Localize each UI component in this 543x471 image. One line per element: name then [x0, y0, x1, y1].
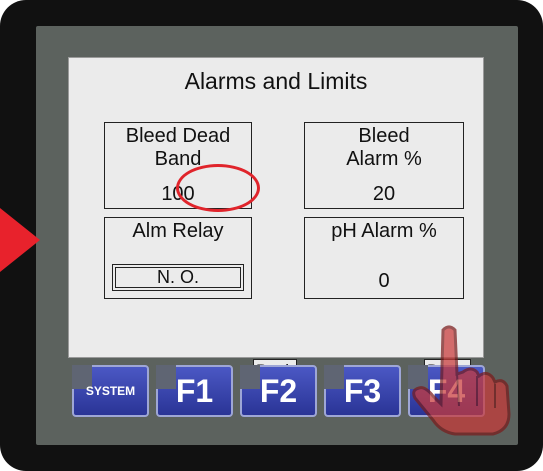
bleed-alarm-label: Bleed Alarm %: [346, 125, 422, 170]
f3-key-label: F3: [343, 372, 382, 409]
f2-key-label: F2: [259, 372, 298, 409]
bleed-dead-band-value: 100: [161, 183, 195, 205]
alm-relay-label: Alm Relay: [132, 220, 224, 242]
f1-key-label: F1: [175, 372, 214, 409]
f1-key[interactable]: F1: [156, 365, 233, 417]
system-key-label: SYSTEM: [85, 384, 136, 398]
key-tab: [408, 365, 428, 389]
system-key[interactable]: SYSTEM: [72, 365, 149, 417]
ph-alarm-label: pH Alarm %: [331, 220, 437, 242]
key-tab: [324, 365, 344, 389]
bleed-alarm-field[interactable]: Bleed Alarm % 20: [304, 122, 464, 209]
f4-key[interactable]: F4: [408, 365, 485, 417]
arrow-right-icon: [0, 208, 40, 272]
key-tab: [240, 365, 260, 389]
f3-key[interactable]: F3: [324, 365, 401, 417]
ph-alarm-value: 0: [378, 270, 390, 292]
alm-relay-field: Alm Relay N. O.: [104, 217, 252, 299]
bleed-alarm-value: 20: [372, 183, 396, 205]
bleed-dead-band-label: Bleed Dead Band: [125, 125, 231, 170]
f2-key[interactable]: F2: [240, 365, 317, 417]
f4-key-label: F4: [427, 372, 466, 409]
page-title: Alarms and Limits: [184, 68, 368, 94]
key-tab: [156, 365, 176, 389]
ph-alarm-field[interactable]: pH Alarm % 0: [304, 217, 464, 299]
bleed-dead-band-field[interactable]: Bleed Dead Band 100: [104, 122, 252, 209]
alm-relay-toggle-button[interactable]: N. O.: [112, 264, 244, 291]
function-key-row: SYSTEM F1 F2 F3 F4: [36, 365, 518, 425]
display-screen: Alarms and Limits Bleed Dead Band 100 Bl…: [68, 57, 484, 383]
